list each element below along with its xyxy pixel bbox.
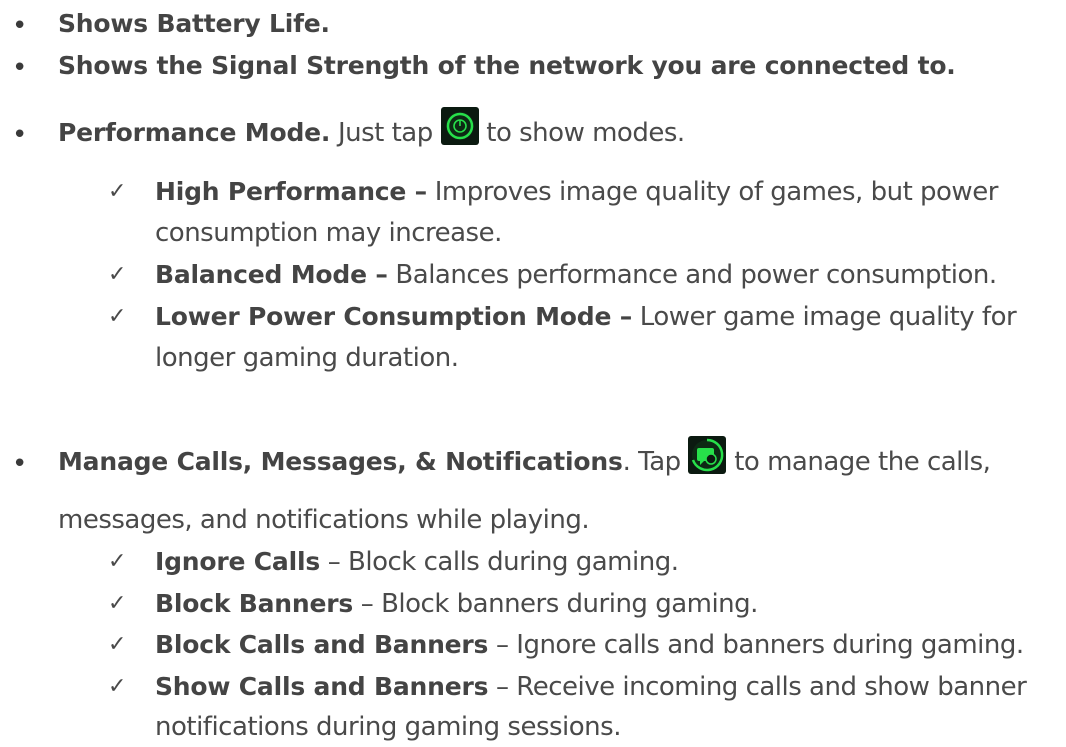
option-desc: – Ignore calls and banners during gaming…: [488, 630, 1024, 660]
option-item-block-banners: Block Banners – Block banners during gam…: [155, 584, 758, 624]
option-item-ignore-calls: Ignore Calls – Block calls during gaming…: [155, 542, 679, 582]
option-desc: – Block banners during gaming.: [353, 589, 759, 619]
mode-name: Lower Power Consumption Mode –: [155, 302, 633, 331]
bullet-dot: •: [12, 53, 28, 83]
checkmark-icon: ✓: [108, 262, 127, 287]
performance-mode-item: Performance Mode. Just tap to show modes…: [58, 106, 685, 153]
option-item-show-calls-and-banners: Show Calls and Banners – Receive incomin…: [155, 667, 1027, 707]
mode-desc: Improves image quality of games, but pow…: [426, 177, 999, 207]
mode-item-balanced: Balanced Mode – Balances performance and…: [155, 255, 997, 295]
mode-desc: Balances performance and power consumpti…: [387, 260, 997, 290]
option-desc-continued: notifications during gaming sessions.: [155, 712, 621, 742]
performance-mode-text-after: to show modes.: [486, 118, 685, 148]
checkmark-icon: ✓: [108, 591, 127, 616]
mode-name: High Performance –: [155, 177, 427, 206]
option-name: Show Calls and Banners: [155, 672, 489, 701]
option-desc: – Block calls during gaming.: [320, 547, 679, 577]
manage-calls-title: Manage Calls, Messages, & Notifications: [58, 447, 623, 476]
mode-item-high-performance: High Performance – Improves image qualit…: [155, 172, 998, 212]
checkmark-icon: ✓: [108, 304, 127, 329]
manage-calls-text-continued: messages, and notifications while playin…: [58, 505, 590, 535]
mode-desc: Lower game image quality for: [632, 302, 1017, 332]
mode-name: Balanced Mode –: [155, 260, 388, 289]
mode-item-lower-power: Lower Power Consumption Mode – Lower gam…: [155, 297, 1017, 337]
manage-calls-text-after: to manage the calls,: [734, 447, 991, 477]
manage-calls-icon[interactable]: [688, 435, 727, 474]
option-item-block-calls-and-banners: Block Calls and Banners – Ignore calls a…: [155, 625, 1024, 665]
checkmark-icon: ✓: [108, 179, 127, 204]
performance-mode-title: Performance Mode.: [58, 118, 331, 147]
option-name: Block Calls and Banners: [155, 630, 489, 659]
performance-mode-text-before: Just tap: [330, 118, 441, 148]
performance-mode-icon[interactable]: [440, 106, 479, 145]
battery-item: Shows Battery Life.: [58, 9, 330, 38]
bullet-dot: •: [12, 449, 28, 479]
manage-calls-text-before: . Tap: [622, 447, 689, 477]
option-name: Ignore Calls: [155, 547, 320, 576]
checkmark-icon: ✓: [108, 549, 127, 574]
bullet-dot: •: [12, 11, 28, 41]
manage-calls-item: Manage Calls, Messages, & Notifications.…: [58, 435, 991, 482]
mode-desc-continued: longer gaming duration.: [155, 343, 459, 373]
option-name: Block Banners: [155, 589, 354, 618]
option-desc: – Receive incoming calls and show banner: [488, 672, 1027, 702]
signal-item: Shows the Signal Strength of the network…: [58, 51, 956, 80]
mode-desc-continued: consumption may increase.: [155, 218, 502, 248]
bullet-dot: •: [12, 120, 28, 150]
checkmark-icon: ✓: [108, 632, 127, 657]
checkmark-icon: ✓: [108, 674, 127, 699]
